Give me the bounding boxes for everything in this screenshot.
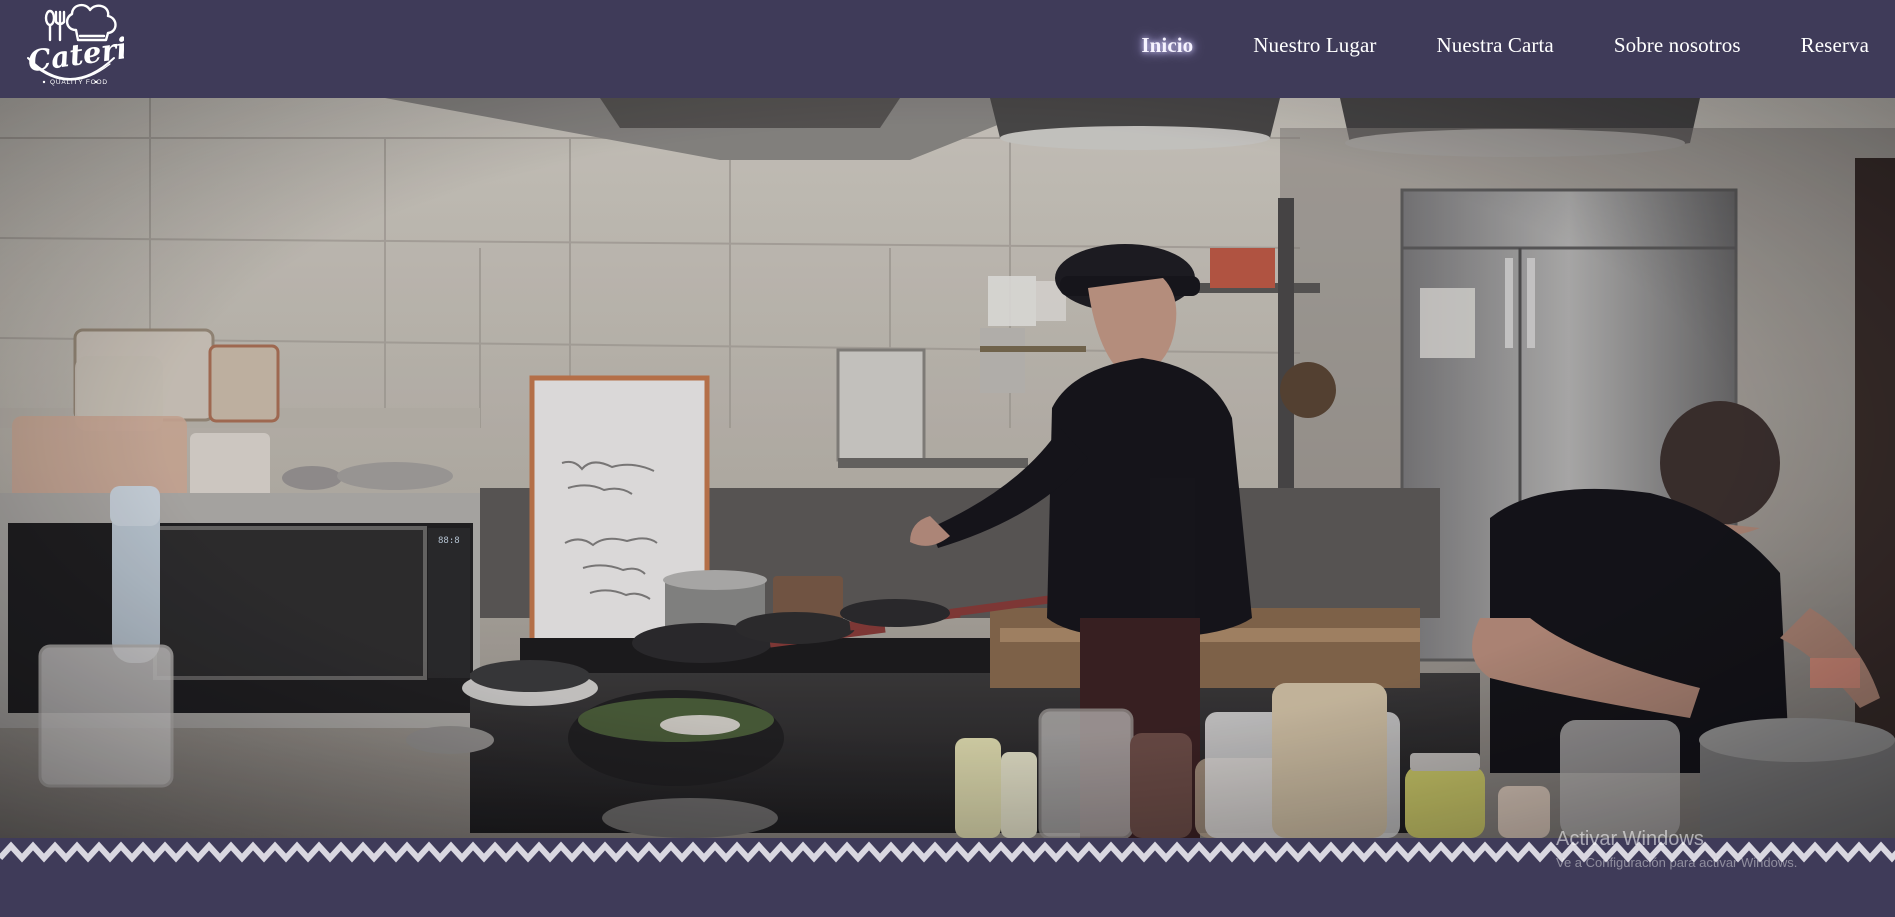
nav-link-inicio[interactable]: Inicio: [1141, 33, 1193, 58]
watermark-title: Activar Windows: [1556, 828, 1704, 850]
watermark-subtitle: Ve a Configuración para activar Windows.: [1556, 855, 1798, 870]
nav-link-reserva[interactable]: Reserva: [1801, 33, 1869, 58]
main-nav: Inicio Nuestro Lugar Nuestra Carta Sobre…: [1081, 33, 1869, 58]
catering-logo[interactable]: Catering QUALITY FOOD: [14, 0, 170, 96]
footer-band: [0, 866, 1895, 917]
nav-link-nuestra-carta[interactable]: Nuestra Carta: [1436, 33, 1553, 58]
nav-link-sobre-nosotros[interactable]: Sobre nosotros: [1614, 33, 1741, 58]
page: Catering QUALITY FOOD Inicio Nuestro Lug…: [0, 0, 1895, 917]
hero-kitchen-image: 88:8: [0, 98, 1895, 838]
windows-activation-watermark: Activar Windows Ve a Configuración para …: [1556, 828, 1797, 870]
svg-text:QUALITY FOOD: QUALITY FOOD: [50, 79, 108, 86]
svg-text:Catering: Catering: [26, 25, 124, 78]
nav-link-nuestro-lugar[interactable]: Nuestro Lugar: [1253, 33, 1376, 58]
site-header: Catering QUALITY FOOD Inicio Nuestro Lug…: [0, 0, 1895, 98]
chef-hat-icon: Catering QUALITY FOOD: [26, 3, 170, 86]
kitchen-illustration: 88:8: [0, 98, 1895, 838]
